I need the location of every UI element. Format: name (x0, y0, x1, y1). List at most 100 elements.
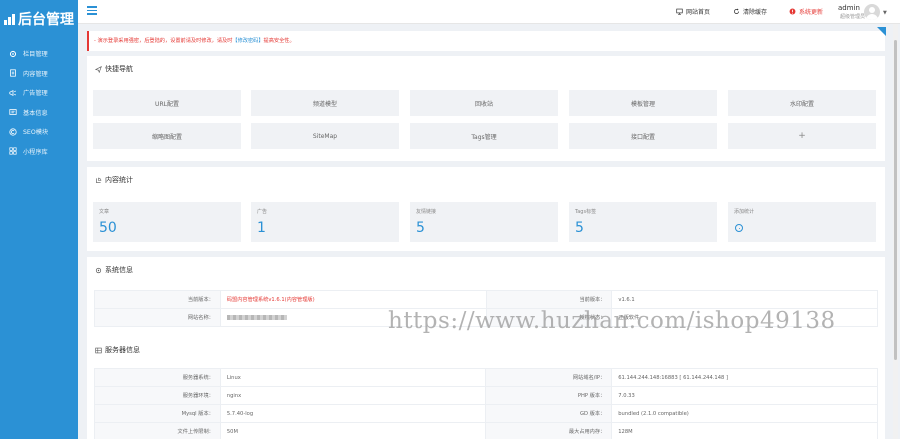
server-info-table: 服务器系统： Linux 网站域名/IP： 61.144.244.148:168… (94, 368, 878, 439)
table-key: 服务器系统： (94, 368, 221, 387)
quick-link-channel-model[interactable]: 频道模型 (251, 90, 399, 116)
stat-value: 5 (575, 220, 584, 236)
quick-link-tags[interactable]: Tags管理 (410, 123, 558, 149)
change-password-link[interactable]: 【修改密码】 (232, 38, 263, 44)
table-key: GD 版本： (485, 404, 613, 423)
send-icon (95, 65, 102, 73)
gear-icon (8, 49, 17, 58)
table-key: Mysql 版本： (94, 404, 221, 423)
user-name[interactable]: admin (838, 4, 860, 12)
quick-link-sitemap[interactable]: SiteMap (251, 123, 399, 149)
sidebar-item-label: SEO模块 (23, 129, 49, 137)
security-notice: - 演示登录采用强密，后登陆的，设置前请及时修改，请及时【修改密码】提高安全性。 (87, 31, 885, 51)
alert-icon (789, 8, 796, 15)
site-home-link[interactable]: 网站首页 (676, 7, 710, 16)
stat-value: 1 (257, 220, 266, 236)
corner-fold-icon (877, 27, 886, 36)
table-value: 7.0.33 (611, 386, 878, 405)
refresh-icon (734, 8, 739, 14)
copyright-icon (8, 127, 17, 136)
blurred-site-name (226, 314, 287, 320)
table-key: 网站域名/IP： (485, 368, 613, 387)
table-row: Mysql 版本： 5.7.40-log GD 版本： bundled (2.1… (94, 404, 878, 423)
stat-value: 5 (416, 220, 425, 236)
stat-label: 广告 (257, 209, 268, 215)
clear-cache-label: 清除缓存 (743, 9, 768, 16)
notice-text-tail: 提高安全性。 (263, 38, 295, 44)
sidebar-item-label: 基本信息 (23, 109, 48, 117)
stat-tags[interactable]: Tags标签 5 (569, 202, 717, 242)
table-row: 文件上传限制： 50M 最大占用内存： 128M (94, 422, 878, 439)
sidebar-item-content[interactable]: 内容管理 (0, 64, 78, 84)
quick-link-template[interactable]: 模板管理 (569, 90, 717, 116)
table-key: 服务器环境： (94, 386, 221, 405)
menu-toggle-icon[interactable] (87, 6, 97, 15)
sidebar-item-seo[interactable]: SEO模块 (0, 122, 78, 142)
quick-link-api[interactable]: 接口配置 (569, 123, 717, 149)
system-update-link[interactable]: 系统更新 (789, 7, 823, 16)
sidebar-item-ads[interactable]: 广告管理 (0, 83, 78, 103)
site-home-label: 网站首页 (686, 9, 711, 16)
stats-title: 内容统计 (95, 175, 133, 185)
quick-link-url-config[interactable]: URL配置 (93, 90, 241, 116)
table-value: 61.144.244.148:16883 [ 61.144.244.148 ] (611, 368, 878, 387)
quick-link-watermark[interactable]: 水印配置 (728, 90, 876, 116)
sidebar-item-label: 广告管理 (23, 90, 48, 98)
quick-nav-card: 快捷导航 URL配置 频道模型 回收站 模板管理 水印配置 缩略图配置 Site… (87, 56, 885, 161)
stat-label: 添加统计 (734, 209, 755, 215)
grid-icon (8, 147, 17, 156)
add-quick-link-button[interactable]: + (728, 123, 876, 149)
logo-text: 后台管理 (18, 12, 74, 28)
stat-ads[interactable]: 广告 1 (251, 202, 399, 242)
add-circle-icon[interactable] (735, 224, 743, 232)
megaphone-icon (8, 88, 17, 97)
table-key: 当前版本： (485, 290, 613, 309)
stat-links[interactable]: 友情链接 5 (410, 202, 558, 242)
table-value: bundled (2.1.0 compatible) (611, 404, 878, 423)
system-info-title: 系统信息 (95, 265, 133, 275)
chevron-down-icon[interactable]: ▼ (883, 10, 887, 16)
sidebar-item-label: 栏目管理 (23, 51, 48, 59)
info-icon (8, 108, 17, 117)
sidebar-item-basic-info[interactable]: 基本信息 (0, 103, 78, 123)
sidebar-nav: 栏目管理 内容管理 广告管理 基本信息 SEO模块 小程序库 (0, 44, 78, 161)
table-row: 当前版本： 码盟内容管理系统v1.6.1(内容管理版) 当前版本： v1.6.1 (94, 290, 878, 309)
quick-link-thumbnail[interactable]: 缩略图配置 (93, 123, 241, 149)
main-content: - 演示登录采用强密，后登陆的，设置前请及时修改，请及时【修改密码】提高安全性。… (78, 24, 900, 439)
table-value: Linux (219, 368, 487, 387)
table-value: 128M (611, 422, 878, 439)
stat-articles[interactable]: 文章 50 (93, 202, 241, 242)
stat-add[interactable]: 添加统计 (728, 202, 876, 242)
quick-nav-title-text: 快捷导航 (105, 65, 133, 73)
server-info-title-text: 服务器信息 (105, 346, 140, 354)
clear-cache-link[interactable]: 清除缓存 (733, 7, 767, 16)
table-row: 服务器系统： Linux 网站域名/IP： 61.144.244.148:168… (94, 368, 878, 387)
notice-text: - 演示登录采用强密，后登陆的，设置前请及时修改，请及时 (94, 38, 233, 44)
logo[interactable]: 后台管理 (0, 0, 78, 38)
table-value: nginx (219, 386, 487, 405)
table-key: 最大占用内存： (485, 422, 613, 439)
document-icon (8, 69, 17, 78)
stat-label: Tags标签 (575, 209, 597, 215)
stat-label: 文章 (99, 209, 110, 215)
chart-icon (96, 177, 102, 183)
table-row: 服务器环境： nginx PHP 版本： 7.0.33 (94, 386, 878, 405)
stat-label: 友情链接 (416, 209, 437, 215)
logo-icon (4, 13, 15, 25)
quick-link-recycle-bin[interactable]: 回收站 (410, 90, 558, 116)
scrollbar-thumb[interactable] (894, 40, 897, 360)
sidebar-item-label: 内容管理 (23, 70, 48, 78)
content-stats-card: 内容统计 文章 50 广告 1 友情链接 5 Tags标签 5 添加统计 (87, 167, 885, 251)
avatar[interactable] (864, 4, 880, 20)
sidebar-item-column[interactable]: 栏目管理 (0, 44, 78, 64)
quick-nav-title: 快捷导航 (95, 64, 133, 74)
system-info-title-text: 系统信息 (105, 266, 133, 274)
stat-value: 50 (99, 220, 117, 236)
table-value: 码盟内容管理系统v1.6.1(内容管理版) (219, 290, 487, 309)
table-key: 文件上传限制： (94, 422, 221, 439)
top-header: 网站首页 清除缓存 系统更新 admin 超级管理员 ▼ (78, 0, 900, 24)
sidebar: 后台管理 栏目管理 内容管理 广告管理 基本信息 SEO模块 小程序库 (0, 0, 78, 439)
server-icon (95, 347, 102, 353)
table-value: 50M (219, 422, 487, 439)
sidebar-item-miniapp[interactable]: 小程序库 (0, 142, 78, 162)
